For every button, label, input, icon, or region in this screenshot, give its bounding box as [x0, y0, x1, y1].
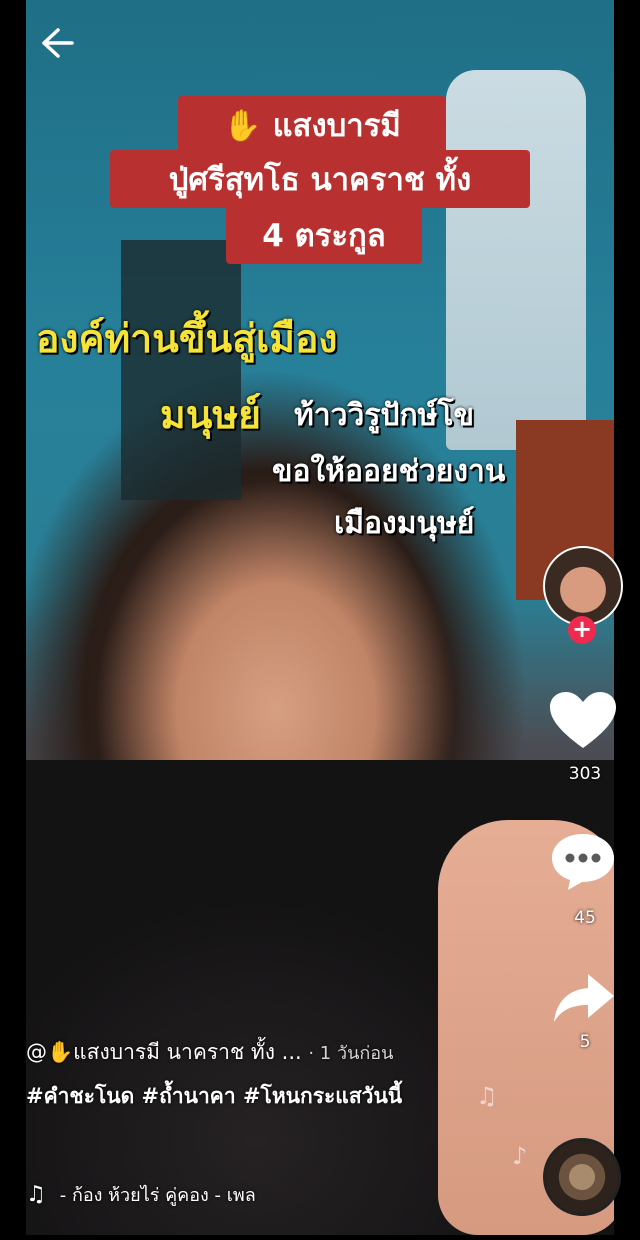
music-disc[interactable]: [543, 1138, 621, 1216]
action-rail: + 303 45 5: [540, 540, 630, 1240]
caption-yellow-line-2: มนุษย์: [160, 393, 261, 438]
follow-button[interactable]: +: [568, 616, 596, 644]
share-icon[interactable]: [548, 968, 618, 1030]
username[interactable]: @✋แสงบารมี นาคราช ทั้ง ...: [26, 1040, 302, 1064]
hashtags[interactable]: #คำชะโนด #ถ้ำนาคา #โหนกระแสวันนี้: [26, 1080, 466, 1112]
caption-white-line-2: ขอให้ออยช่วยงาน: [272, 454, 506, 489]
comment-icon[interactable]: [548, 830, 618, 892]
music-note-icon: ♫: [26, 1182, 46, 1207]
music-info[interactable]: ♫ - ก้อง ห้วยไร่ คู่คอง - เพล: [26, 1180, 256, 1209]
arrow-left-icon[interactable]: [38, 26, 76, 60]
post-time: · 1 วันก่อน: [308, 1043, 394, 1064]
post-author[interactable]: @✋แสงบารมี นาคราช ทั้ง ... · 1 วันก่อน: [26, 1036, 393, 1069]
music-note-icon: ♪: [512, 1142, 528, 1170]
comment-count: 45: [574, 908, 596, 928]
caption-yellow-line-1: องค์ท่านขึ้นสู่เมือง: [36, 317, 338, 362]
caption-white-line-3: เมืองมนุษย์: [334, 506, 475, 541]
share-count: 5: [579, 1032, 591, 1052]
caption-box-line-1: ✋ แสงบารมี: [178, 96, 446, 154]
music-note-icon: ♫: [476, 1082, 498, 1110]
caption-box-line-2: ปู่ศรีสุทโธ นาคราช ทั้ง: [110, 150, 530, 208]
creator-avatar[interactable]: [543, 546, 623, 626]
background-door: [121, 240, 241, 500]
caption-white-line-1: ท้าววิรูปักษ์โข: [294, 398, 475, 433]
heart-icon[interactable]: [548, 690, 618, 752]
caption-box-line-3: 4 ตระกูล: [226, 206, 422, 264]
like-count: 303: [568, 764, 602, 784]
top-bar: [26, 0, 614, 90]
music-title: - ก้อง ห้วยไร่ คู่คอง - เพล: [59, 1185, 256, 1206]
